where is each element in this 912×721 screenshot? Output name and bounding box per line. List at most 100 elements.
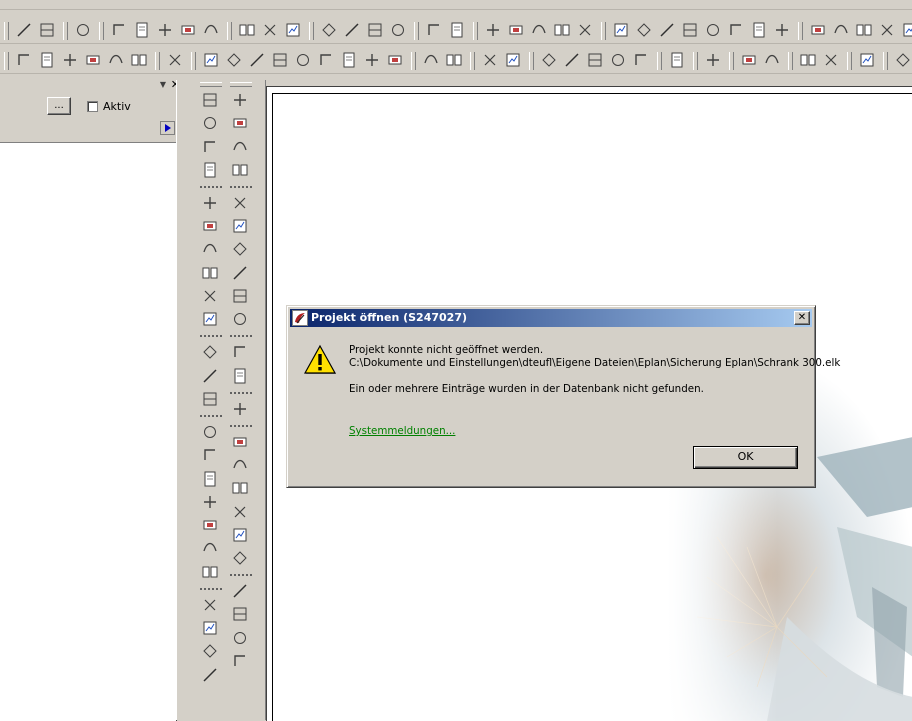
navigator-tree[interactable] — [0, 142, 177, 721]
palette-tool-icon[interactable] — [201, 194, 221, 214]
toolbar-button-icon[interactable] — [448, 21, 467, 40]
palette-grip[interactable] — [200, 82, 222, 87]
toolbar-button-icon[interactable] — [363, 51, 382, 70]
toolbar-button-icon[interactable] — [294, 51, 313, 70]
palette-tool-icon[interactable] — [201, 666, 221, 686]
toolbar-button-icon[interactable] — [609, 51, 628, 70]
toolbar-button-icon[interactable] — [576, 21, 595, 40]
toolbar-button-icon[interactable] — [773, 21, 792, 40]
toolbar-grip[interactable] — [473, 22, 478, 40]
toolbar-button-icon[interactable] — [445, 51, 464, 70]
palette-tool-icon[interactable] — [201, 91, 221, 111]
toolbar-button-icon[interactable] — [763, 51, 782, 70]
toolbar-button-icon[interactable] — [74, 21, 93, 40]
toolbar-button-icon[interactable] — [38, 21, 57, 40]
toolbar-button-icon[interactable] — [484, 21, 503, 40]
palette-tool-icon[interactable] — [231, 652, 251, 672]
toolbar-button-icon[interactable] — [422, 51, 441, 70]
toolbar-button-icon[interactable] — [107, 51, 126, 70]
toolbar-button-icon[interactable] — [320, 21, 339, 40]
toolbar-button-icon[interactable] — [202, 51, 221, 70]
palette-tool-icon[interactable] — [231, 582, 251, 602]
toolbar-grip[interactable] — [883, 52, 888, 70]
toolbar-button-icon[interactable] — [704, 21, 723, 40]
toolbar-button-icon[interactable] — [530, 21, 549, 40]
toolbar-button-icon[interactable] — [61, 51, 80, 70]
toolbar-button-icon[interactable] — [799, 51, 818, 70]
toolbar-button-icon[interactable] — [809, 21, 828, 40]
palette-tool-icon[interactable] — [231, 400, 251, 420]
toolbar-button-icon[interactable] — [832, 21, 851, 40]
toolbar-button-icon[interactable] — [635, 21, 654, 40]
palette-tool-icon[interactable] — [231, 264, 251, 284]
toolbar-grip[interactable] — [529, 52, 534, 70]
toolbar-button-icon[interactable] — [855, 21, 874, 40]
palette-tool-icon[interactable] — [201, 516, 221, 536]
toolbar-button-icon[interactable] — [632, 51, 651, 70]
palette-tool-icon[interactable] — [231, 161, 251, 181]
palette-tool-icon[interactable] — [201, 240, 221, 260]
toolbar-button-icon[interactable] — [166, 51, 185, 70]
toolbar-grip[interactable] — [411, 52, 416, 70]
palette-tool-icon[interactable] — [231, 91, 251, 111]
toolbar-grip[interactable] — [798, 22, 803, 40]
toolbar-grip[interactable] — [601, 22, 606, 40]
toolbar-button-icon[interactable] — [425, 21, 444, 40]
palette-tool-icon[interactable] — [201, 642, 221, 662]
palette-tool-icon[interactable] — [201, 423, 221, 443]
toolbar-button-icon[interactable] — [225, 51, 244, 70]
toolbar-button-icon[interactable] — [540, 51, 559, 70]
toolbar-button-icon[interactable] — [586, 51, 605, 70]
toolbar-button-icon[interactable] — [38, 51, 57, 70]
palette-tool-icon[interactable] — [201, 367, 221, 387]
toolbar-button-icon[interactable] — [317, 51, 336, 70]
toolbar-button-icon[interactable] — [822, 51, 841, 70]
toolbar-button-icon[interactable] — [179, 21, 198, 40]
toolbar-button-icon[interactable] — [858, 51, 877, 70]
toolbar-button-icon[interactable] — [366, 21, 385, 40]
palette-tool-icon[interactable] — [201, 310, 221, 330]
palette-tool-icon[interactable] — [201, 493, 221, 513]
toolbar-button-icon[interactable] — [658, 21, 677, 40]
toolbar-button-icon[interactable] — [481, 51, 500, 70]
toolbar-button-icon[interactable] — [238, 21, 257, 40]
palette-tool-icon[interactable] — [231, 367, 251, 387]
toolbar-button-icon[interactable] — [248, 51, 267, 70]
expand-arrow-icon[interactable] — [160, 121, 175, 135]
toolbar-button-icon[interactable] — [284, 21, 303, 40]
palette-tool-icon[interactable] — [201, 114, 221, 134]
toolbar-grip[interactable] — [191, 52, 196, 70]
toolbar-button-icon[interactable] — [750, 21, 769, 40]
palette-tool-icon[interactable] — [231, 605, 251, 625]
palette-tool-icon[interactable] — [201, 619, 221, 639]
toolbar-grip[interactable] — [63, 22, 68, 40]
toolbar-button-icon[interactable] — [553, 21, 572, 40]
toolbar-button-icon[interactable] — [901, 21, 912, 40]
toolbar-button-icon[interactable] — [704, 51, 723, 70]
toolbar-grip[interactable] — [693, 52, 698, 70]
ok-button[interactable]: OK — [693, 446, 798, 469]
palette-tool-icon[interactable] — [231, 194, 251, 214]
palette-grip[interactable] — [230, 82, 252, 87]
dialog-close-button[interactable]: ✕ — [794, 311, 810, 325]
toolbar-grip[interactable] — [414, 22, 419, 40]
panel-menu-icon[interactable]: ▼ — [160, 80, 166, 90]
palette-tool-icon[interactable] — [201, 596, 221, 616]
toolbar-button-icon[interactable] — [727, 21, 746, 40]
palette-tool-icon[interactable] — [201, 470, 221, 490]
toolbar-button-icon[interactable] — [389, 21, 408, 40]
toolbar-grip[interactable] — [470, 52, 475, 70]
palette-tool-icon[interactable] — [201, 217, 221, 237]
toolbar-button-icon[interactable] — [612, 21, 631, 40]
palette-tool-icon[interactable] — [231, 433, 251, 453]
palette-tool-icon[interactable] — [231, 114, 251, 134]
toolbar-button-icon[interactable] — [894, 51, 912, 70]
toolbar-button-icon[interactable] — [507, 21, 526, 40]
palette-tool-icon[interactable] — [231, 456, 251, 476]
toolbar-button-icon[interactable] — [340, 51, 359, 70]
toolbar-button-icon[interactable] — [133, 21, 152, 40]
palette-tool-icon[interactable] — [231, 343, 251, 363]
toolbar-button-icon[interactable] — [202, 21, 221, 40]
toolbar-button-icon[interactable] — [15, 21, 34, 40]
toolbar-grip[interactable] — [99, 22, 104, 40]
